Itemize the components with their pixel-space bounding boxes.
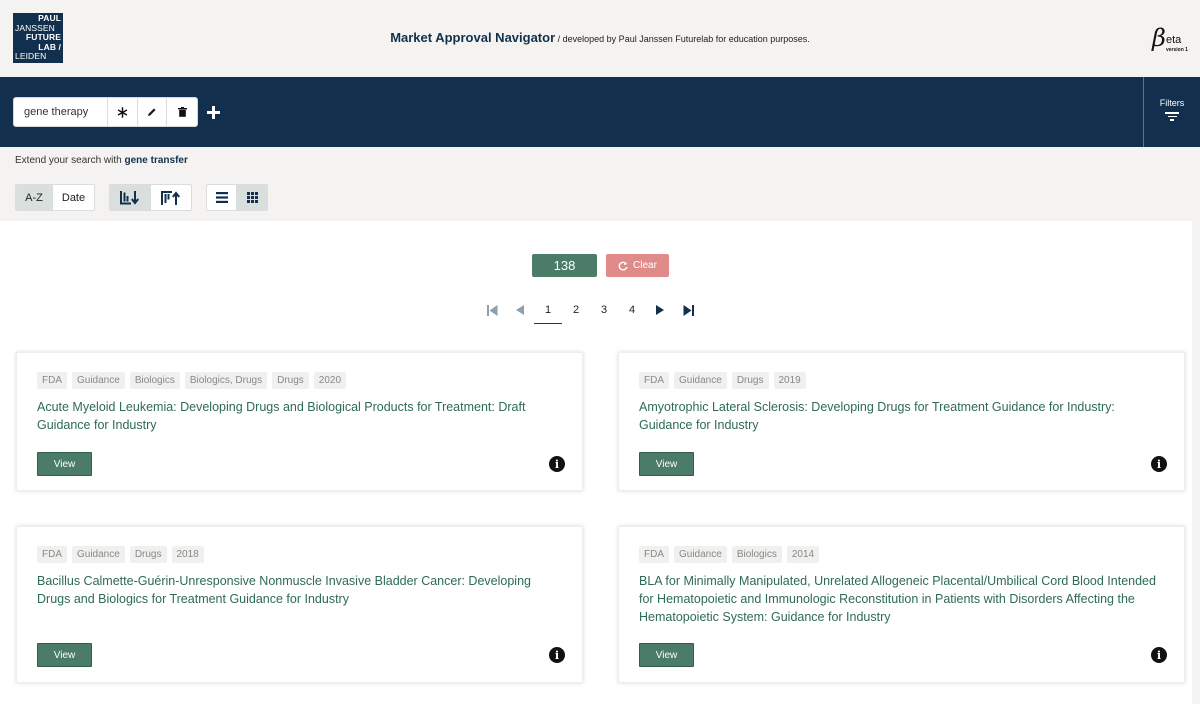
tag: Drugs (129, 546, 167, 563)
sort-descending-icon[interactable] (110, 185, 151, 210)
tag: Biologics (129, 372, 180, 389)
page-1-button[interactable]: 1 (534, 304, 562, 324)
info-icon[interactable]: i (1151, 647, 1167, 663)
next-page-icon[interactable] (646, 305, 674, 315)
extend-prefix: Extend your search with (15, 155, 125, 166)
extend-term-link[interactable]: gene transfer (125, 155, 188, 166)
card-tags: FDA Guidance Biologics Biologics, Drugs … (37, 372, 347, 389)
extend-search-hint: Extend your search with gene transfer (15, 155, 188, 166)
last-page-icon[interactable] (674, 304, 702, 316)
page-title: Market Approval Navigator / developed by… (0, 30, 1200, 45)
view-button[interactable]: View (37, 643, 92, 667)
card-tags: FDA Guidance Biologics 2014 (639, 546, 820, 563)
info-icon[interactable]: i (1151, 456, 1167, 472)
view-button[interactable]: View (37, 452, 92, 476)
info-icon[interactable]: i (549, 456, 565, 472)
plus-icon[interactable] (205, 97, 221, 127)
tag: Drugs (731, 372, 769, 389)
tag: Guidance (674, 372, 727, 389)
beta-version: version 1 (1166, 47, 1188, 53)
tag: 2018 (171, 546, 204, 563)
view-mode-group (206, 184, 268, 211)
trash-icon[interactable] (167, 98, 197, 126)
tag: FDA (639, 372, 669, 389)
pagination: 1 2 3 4 (478, 296, 702, 324)
filter-icon (1165, 112, 1179, 121)
prev-page-icon[interactable] (506, 305, 534, 315)
info-icon[interactable]: i (549, 647, 565, 663)
first-page-icon[interactable] (478, 304, 506, 316)
search-term[interactable]: gene therapy (14, 98, 109, 126)
view-button[interactable]: View (639, 643, 694, 667)
tag: FDA (37, 546, 67, 563)
tag: FDA (639, 546, 669, 563)
card-title[interactable]: Amyotrophic Lateral Sclerosis: Developin… (639, 398, 1164, 434)
results-count: 138 (532, 254, 597, 277)
app-subtitle: / developed by Paul Janssen Futurelab fo… (555, 34, 810, 44)
scrollbar[interactable] (1192, 221, 1200, 704)
card-tags: FDA Guidance Drugs 2019 (639, 372, 806, 389)
card-title[interactable]: BLA for Minimally Manipulated, Unrelated… (639, 572, 1164, 626)
card-title[interactable]: Bacillus Calmette-Guérin-Unresponsive No… (37, 572, 562, 608)
results-panel: 138 Clear 1 2 3 4 FDA Guidance Biologics… (0, 221, 1192, 704)
list-view-icon[interactable] (207, 185, 237, 210)
page-4-button[interactable]: 4 (618, 304, 646, 316)
tag: Guidance (72, 546, 125, 563)
logo-line: LEIDEN (15, 51, 47, 61)
card-title[interactable]: Acute Myeloid Leukemia: Developing Drugs… (37, 398, 562, 434)
pencil-icon[interactable] (138, 98, 168, 126)
search-term-pill: gene therapy (13, 97, 198, 127)
beta-badge: β eta version 1 (1152, 24, 1192, 58)
tag: Biologics (731, 546, 782, 563)
sort-direction-group (109, 184, 192, 211)
tag: Guidance (72, 372, 125, 389)
tag: Guidance (674, 546, 727, 563)
app-header: PAUL JANSSEN FUTURE LAB / LEIDEN Market … (0, 0, 1200, 77)
page-2-button[interactable]: 2 (562, 304, 590, 316)
tag: 2014 (786, 546, 820, 563)
sort-ascending-icon[interactable] (151, 185, 191, 210)
tag: 2020 (313, 372, 347, 389)
tag: FDA (37, 372, 67, 389)
tag: Drugs (272, 372, 309, 389)
asterisk-icon[interactable] (108, 98, 138, 126)
clear-label: Clear (633, 260, 657, 271)
result-card: FDA Guidance Drugs 2019 Amyotrophic Late… (618, 352, 1185, 491)
sort-field-group: A-Z Date (15, 184, 95, 211)
clear-button[interactable]: Clear (606, 254, 669, 277)
filters-label: Filters (1159, 98, 1185, 108)
filters-button[interactable]: Filters (1143, 77, 1200, 147)
grid-view-icon[interactable] (237, 185, 267, 210)
view-button[interactable]: View (639, 452, 694, 476)
card-tags: FDA Guidance Drugs 2018 (37, 546, 204, 563)
result-card: FDA Guidance Drugs 2018 Bacillus Calmett… (16, 526, 583, 683)
sort-az-button[interactable]: A-Z (16, 185, 53, 210)
result-card: FDA Guidance Biologics 2014 BLA for Mini… (618, 526, 1185, 683)
refresh-icon (618, 261, 628, 271)
page-3-button[interactable]: 3 (590, 304, 618, 316)
beta-label: eta (1166, 34, 1182, 46)
search-bar: gene therapy Filters (0, 77, 1200, 147)
result-card: FDA Guidance Biologics Biologics, Drugs … (16, 352, 583, 491)
beta-mark: β (1152, 24, 1166, 52)
app-title: Market Approval Navigator (390, 30, 556, 45)
sort-date-button[interactable]: Date (53, 185, 94, 210)
tag: Biologics, Drugs (184, 372, 268, 389)
tag: 2019 (773, 372, 806, 389)
